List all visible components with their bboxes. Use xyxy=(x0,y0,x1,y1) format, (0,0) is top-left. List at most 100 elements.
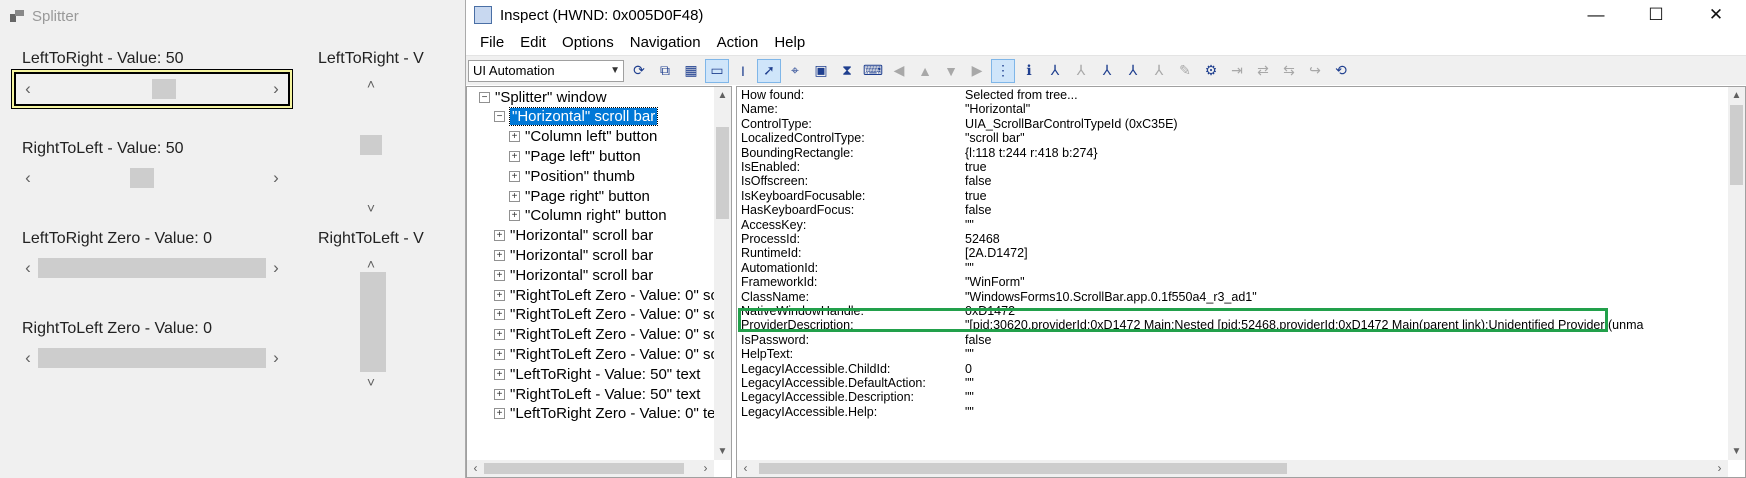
mode-combobox[interactable]: UI Automation ▼ xyxy=(468,59,624,82)
menu-help[interactable]: Help xyxy=(766,34,813,51)
highlight-rect-icon[interactable]: ▭ xyxy=(705,58,729,83)
tree-scroll-thumb[interactable] xyxy=(716,127,729,219)
scroll-thumb[interactable] xyxy=(152,79,176,99)
tree-vertical-scrollbar[interactable]: ▲ ▼ xyxy=(714,87,731,460)
watch-cursor-icon[interactable]: ⌖ xyxy=(784,60,806,82)
props-vertical-scrollbar[interactable]: ▲ ▼ xyxy=(1728,87,1745,460)
property-row[interactable]: IsOffscreen: false xyxy=(737,174,1637,188)
tree-node[interactable]: + "Position" thumb xyxy=(509,166,635,186)
element-tree[interactable]: − "Splitter" window − "Horizontal" scroll b… xyxy=(466,86,732,478)
expand-icon[interactable]: + xyxy=(494,249,505,261)
tree-node[interactable]: + "RightToLeft Zero - Value: 0" sc xyxy=(494,344,718,364)
collapse-icon[interactable]: − xyxy=(494,111,505,123)
scroll-up-arrow-icon[interactable]: ▲ xyxy=(1728,87,1745,104)
tree-node[interactable]: + "RightToLeft - Value: 50" text xyxy=(494,384,700,404)
scrollbar-ltr-50[interactable]: ‹ › xyxy=(14,72,290,106)
scroll-right-arrow-icon[interactable]: › xyxy=(264,253,288,283)
expand-icon[interactable]: + xyxy=(494,408,505,420)
scroll-left-arrow-icon[interactable]: ‹ xyxy=(16,74,40,104)
scroll-thumb[interactable] xyxy=(38,258,266,278)
scroll-left-arrow-icon[interactable]: ‹ xyxy=(16,163,40,193)
action-3-icon[interactable]: ⇆ xyxy=(1278,60,1300,82)
caret-icon[interactable]: I xyxy=(732,60,754,82)
tools-icon[interactable]: ✎ xyxy=(1174,60,1196,82)
tree-last-icon[interactable]: ⅄ xyxy=(1122,60,1144,82)
expand-icon[interactable]: + xyxy=(509,190,520,202)
tree-view-icon[interactable]: ⋮ xyxy=(991,58,1015,83)
scroll-thumb[interactable] xyxy=(130,168,154,188)
expand-icon[interactable]: + xyxy=(509,150,520,162)
property-row[interactable]: LegacyIAccessible.ChildId: 0 xyxy=(737,362,1637,376)
property-row[interactable]: IsKeyboardFocusable: true xyxy=(737,189,1637,203)
property-row[interactable]: LegacyIAccessible.Description: "" xyxy=(737,390,1637,404)
tree-node[interactable]: + "RightToLeft Zero - Value: 0" sc xyxy=(494,285,718,305)
property-row[interactable]: ControlType: UIA_ScrollBarControlTypeId (… xyxy=(737,117,1637,131)
scroll-right-arrow-icon[interactable]: › xyxy=(1711,460,1728,477)
expand-icon[interactable]: + xyxy=(494,309,505,321)
nav-up-icon[interactable]: ▲ xyxy=(914,60,936,82)
scroll-thumb[interactable] xyxy=(38,348,266,368)
scroll-right-arrow-icon[interactable]: › xyxy=(697,460,714,477)
scroll-down-arrow-icon[interactable]: ˅ xyxy=(356,370,386,394)
expand-icon[interactable]: + xyxy=(494,230,505,242)
scroll-left-arrow-icon[interactable]: ‹ xyxy=(737,460,754,477)
property-row[interactable]: RuntimeId: [2A.D1472] xyxy=(737,246,1637,260)
tree-node[interactable]: + "Page right" button xyxy=(509,186,650,206)
scrollbar-rtl-50[interactable]: ‹ › xyxy=(16,163,288,193)
scroll-right-arrow-icon[interactable]: › xyxy=(264,163,288,193)
scroll-right-arrow-icon[interactable]: › xyxy=(264,74,288,104)
hourglass-icon[interactable]: ⧗ xyxy=(836,60,858,82)
tree-node[interactable]: + "RightToLeft Zero - Value: 0" sc xyxy=(494,305,718,325)
property-row[interactable]: HasKeyboardFocus: false xyxy=(737,203,1637,217)
info-icon[interactable]: ℹ xyxy=(1018,60,1040,82)
property-row[interactable]: LocalizedControlType: "scroll bar" xyxy=(737,131,1637,145)
settings-icon[interactable]: ⚙ xyxy=(1200,60,1222,82)
maximize-icon[interactable]: ☐ xyxy=(1626,0,1686,30)
menu-action[interactable]: Action xyxy=(709,34,767,51)
refresh-icon[interactable]: ⟳ xyxy=(628,60,650,82)
menu-navigation[interactable]: Navigation xyxy=(622,34,709,51)
menu-file[interactable]: File xyxy=(472,34,512,51)
expand-icon[interactable]: + xyxy=(494,368,505,380)
expand-icon[interactable]: + xyxy=(509,210,520,222)
property-row[interactable]: BoundingRectangle: {l:118 t:244 r:418 b:2… xyxy=(737,146,1637,160)
tree-node[interactable]: + "Column left" button xyxy=(509,127,657,147)
tree-node[interactable]: + "Horizontal" scroll bar xyxy=(494,245,653,265)
tree-horizontal-scrollbar[interactable]: ‹ › xyxy=(467,460,714,477)
property-row[interactable]: AccessKey: "" xyxy=(737,218,1637,232)
vscrollbar-rtl[interactable]: ˄ ˅ xyxy=(356,252,386,394)
property-row[interactable]: FrameworkId: "WinForm" xyxy=(737,275,1637,289)
scroll-up-arrow-icon[interactable]: ▲ xyxy=(714,87,731,104)
tree-sibling-icon[interactable]: ⅄ xyxy=(1096,60,1118,82)
scroll-thumb[interactable] xyxy=(360,272,386,372)
property-row[interactable]: ClassName: "WindowsForms10.ScrollBar.app.… xyxy=(737,290,1637,304)
sync-icon[interactable]: ⟲ xyxy=(1330,60,1352,82)
props-hscroll-thumb[interactable] xyxy=(759,463,1287,474)
tree-node[interactable]: + "LeftToRight Zero - Value: 0" te xyxy=(494,404,715,424)
property-row[interactable]: HelpText: "" xyxy=(737,347,1637,361)
copy-icon[interactable]: ⧉ xyxy=(654,60,676,82)
property-row[interactable]: How found: Selected from tree... xyxy=(737,88,1637,102)
properties-pane[interactable]: How found: Selected from tree... Name: "Hor… xyxy=(736,86,1746,478)
action-4-icon[interactable]: ↪ xyxy=(1304,60,1326,82)
tree-node[interactable]: + "Horizontal" scroll bar xyxy=(494,265,653,285)
tree-node[interactable]: − "Splitter" window xyxy=(479,87,607,107)
props-scroll-thumb[interactable] xyxy=(1730,105,1743,185)
expand-icon[interactable]: + xyxy=(494,289,505,301)
scrollbar-ltr-zero[interactable]: ‹ › xyxy=(16,253,288,283)
property-row[interactable]: IsEnabled: true xyxy=(737,160,1637,174)
tree-parent-icon[interactable]: ⅄ xyxy=(1044,60,1066,82)
nav-left-icon[interactable]: ◀ xyxy=(888,60,910,82)
properties-icon[interactable]: ▦ xyxy=(680,60,702,82)
expand-icon[interactable]: + xyxy=(509,131,520,143)
pointer-icon[interactable]: ➚ xyxy=(757,58,781,83)
tree-child-icon[interactable]: ⅄ xyxy=(1070,60,1092,82)
close-icon[interactable]: ✕ xyxy=(1686,0,1746,30)
nav-right-icon[interactable]: ▶ xyxy=(966,60,988,82)
expand-icon[interactable]: + xyxy=(509,170,520,182)
property-row[interactable]: LegacyIAccessible.DefaultAction: "" xyxy=(737,376,1637,390)
minimize-icon[interactable]: — xyxy=(1566,0,1626,30)
action-1-icon[interactable]: ⇥ xyxy=(1226,60,1248,82)
keyboard-icon[interactable]: ⌨ xyxy=(862,60,884,82)
nav-down-icon[interactable]: ▼ xyxy=(940,60,962,82)
